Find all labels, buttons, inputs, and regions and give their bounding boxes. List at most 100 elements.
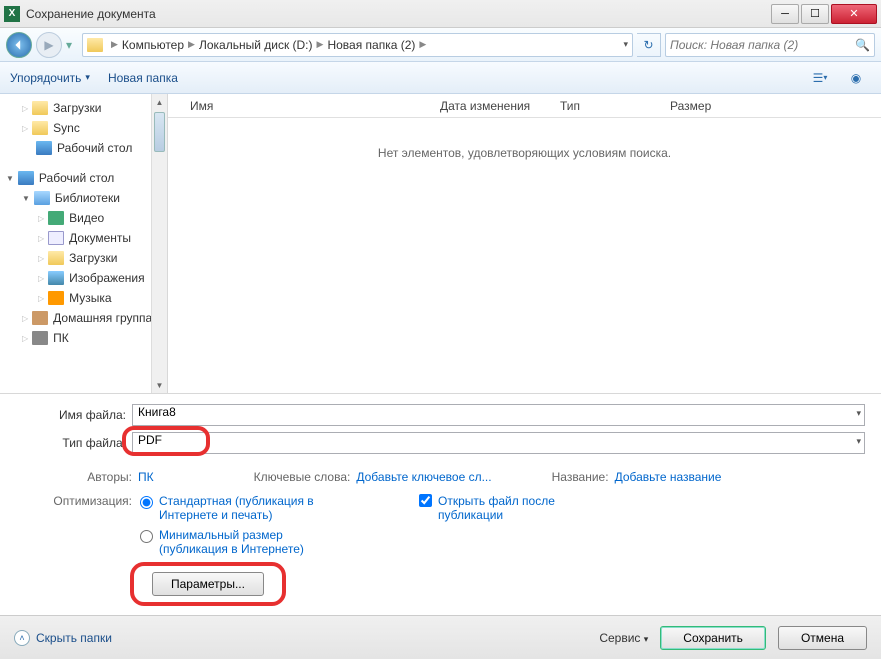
- sidebar-item[interactable]: ▷Загрузки: [0, 248, 167, 268]
- title-value[interactable]: Добавьте название: [615, 470, 722, 484]
- tree-collapse-icon[interactable]: ▷: [38, 234, 44, 243]
- radio-minimal[interactable]: Минимальный размер (публикация в Интерне…: [140, 528, 339, 556]
- tree-collapse-icon[interactable]: ▷: [38, 294, 44, 303]
- sidebar-item[interactable]: ▼ Рабочий стол: [0, 168, 167, 188]
- sidebar-item[interactable]: ▷ Изображения: [0, 268, 167, 288]
- sidebar-item-label: ПК: [53, 331, 69, 345]
- sidebar-scrollbar[interactable]: ▲ ▼: [151, 94, 167, 393]
- address-dropdown-icon[interactable]: ▾: [623, 39, 628, 50]
- radio-standard-input[interactable]: [140, 496, 153, 509]
- sidebar-item-label: Рабочий стол: [39, 171, 114, 185]
- minimize-button[interactable]: ─: [771, 4, 799, 24]
- sidebar: ▷Загрузки▷SyncРабочий стол▼Рабочий стол▼…: [0, 94, 168, 393]
- breadcrumb-item[interactable]: Новая папка (2): [327, 38, 415, 52]
- sidebar-item[interactable]: ▷ Sync: [0, 118, 167, 138]
- maximize-button[interactable]: ☐: [801, 4, 829, 24]
- tree-collapse-icon[interactable]: ▷: [22, 334, 28, 343]
- search-input[interactable]: [670, 38, 855, 52]
- checkbox-open-after-input[interactable]: [419, 494, 432, 507]
- tree-collapse-icon[interactable]: ▷: [38, 254, 44, 263]
- sidebar-item-label: Видео: [69, 211, 104, 225]
- folder-icon: [32, 101, 48, 115]
- hide-folders-toggle[interactable]: ˄ Скрыть папки: [14, 630, 112, 646]
- home-icon: [32, 311, 48, 325]
- chevron-down-icon[interactable]: ▾: [856, 436, 861, 447]
- column-type[interactable]: Тип: [552, 99, 662, 113]
- filetype-label: Тип файла:: [16, 436, 132, 450]
- title-label: Название:: [552, 470, 609, 484]
- img-icon: [48, 271, 64, 285]
- column-size[interactable]: Размер: [662, 99, 742, 113]
- sidebar-item[interactable]: ▷Музыка: [0, 288, 167, 308]
- checkbox-open-after[interactable]: Открыть файл после публикации: [419, 494, 598, 522]
- folder-icon: [48, 251, 64, 265]
- dialog-footer: ˄ Скрыть папки Сервис ▾ Сохранить Отмена: [0, 615, 881, 659]
- close-button[interactable]: ✕: [831, 4, 877, 24]
- cancel-button[interactable]: Отмена: [778, 626, 867, 650]
- chevron-right-icon: ▶: [188, 39, 195, 50]
- new-folder-button[interactable]: Новая папка: [108, 71, 178, 85]
- folder-icon: [87, 38, 103, 52]
- sidebar-item[interactable]: ▷Домашняя группа: [0, 308, 167, 328]
- pc-icon: [32, 331, 48, 345]
- save-button[interactable]: Сохранить: [660, 626, 766, 650]
- radio-minimal-label: Минимальный размер (публикация в Интерне…: [159, 528, 339, 556]
- tree-collapse-icon[interactable]: ▷: [38, 274, 44, 283]
- radio-minimal-input[interactable]: [140, 530, 153, 543]
- file-list: Имя Дата изменения Тип Размер Нет элемен…: [168, 94, 881, 393]
- authors-value[interactable]: ПК: [138, 470, 154, 484]
- sidebar-item[interactable]: ▼ Библиотеки: [0, 188, 167, 208]
- nav-forward-button[interactable]: ▶: [36, 32, 62, 58]
- column-name[interactable]: Имя: [182, 99, 432, 113]
- nav-history-dropdown[interactable]: ▾: [66, 38, 78, 52]
- tree-collapse-icon[interactable]: ▷: [38, 214, 44, 223]
- breadcrumb-item[interactable]: Компьютер: [122, 38, 184, 52]
- sidebar-item[interactable]: ▷ ПК: [0, 328, 167, 348]
- sidebar-item[interactable]: ▷ Видео: [0, 208, 167, 228]
- scroll-down-icon[interactable]: ▼: [152, 377, 167, 393]
- chevron-right-icon: ▶: [317, 39, 324, 50]
- main-area: ▷Загрузки▷SyncРабочий стол▼Рабочий стол▼…: [0, 94, 881, 394]
- search-icon[interactable]: 🔍: [855, 38, 870, 52]
- help-button[interactable]: ◉: [841, 67, 871, 89]
- filetype-combobox[interactable]: PDF ▾: [132, 432, 865, 454]
- radio-standard-label: Стандартная (публикация в Интернете и пе…: [159, 494, 339, 522]
- tree-expand-icon[interactable]: ▼: [22, 194, 30, 203]
- view-mode-button[interactable]: ☰ ▾: [805, 67, 835, 89]
- chevron-down-icon[interactable]: ▾: [856, 408, 861, 419]
- tree-expand-icon[interactable]: ▼: [6, 174, 14, 183]
- tree-collapse-icon[interactable]: ▷: [22, 124, 28, 133]
- optimization-section: Оптимизация: Стандартная (публикация в И…: [0, 488, 881, 556]
- options-button[interactable]: Параметры...: [152, 572, 264, 596]
- chevron-right-icon: ▶: [419, 39, 426, 50]
- sidebar-item-label: Изображения: [69, 271, 144, 285]
- new-folder-label: Новая папка: [108, 71, 178, 85]
- address-bar[interactable]: ▶ Компьютер ▶ Локальный диск (D:) ▶ Нова…: [82, 33, 633, 57]
- sidebar-item-label: Рабочий стол: [57, 141, 132, 155]
- breadcrumb-item[interactable]: Локальный диск (D:): [199, 38, 313, 52]
- sidebar-item[interactable]: ▷Документы: [0, 228, 167, 248]
- radio-standard[interactable]: Стандартная (публикация в Интернете и пе…: [140, 494, 339, 522]
- column-date[interactable]: Дата изменения: [432, 99, 552, 113]
- nav-back-button[interactable]: [6, 32, 32, 58]
- sidebar-item[interactable]: ▷Загрузки: [0, 98, 167, 118]
- tools-menu[interactable]: Сервис ▾: [599, 631, 648, 645]
- filetype-value: PDF: [138, 433, 162, 447]
- sidebar-item-label: Sync: [53, 121, 80, 135]
- scroll-thumb[interactable]: [154, 112, 165, 152]
- scroll-up-icon[interactable]: ▲: [152, 94, 167, 110]
- music-icon: [48, 291, 64, 305]
- tree-collapse-icon[interactable]: ▷: [22, 314, 28, 323]
- search-box[interactable]: 🔍: [665, 33, 875, 57]
- keywords-value[interactable]: Добавьте ключевое сл...: [356, 470, 491, 484]
- organize-menu[interactable]: Упорядочить ▾: [10, 71, 90, 85]
- titlebar: X Сохранение документа ─ ☐ ✕: [0, 0, 881, 28]
- optimization-label: Оптимизация:: [16, 494, 132, 556]
- toolbar: Упорядочить ▾ Новая папка ☰ ▾ ◉: [0, 62, 881, 94]
- sidebar-item[interactable]: Рабочий стол: [0, 138, 167, 158]
- sidebar-item-label: Библиотеки: [55, 191, 120, 205]
- refresh-button[interactable]: ↻: [637, 33, 661, 57]
- filename-combobox[interactable]: Книга8 ▾: [132, 404, 865, 426]
- tree-collapse-icon[interactable]: ▷: [22, 104, 28, 113]
- column-headers: Имя Дата изменения Тип Размер: [168, 94, 881, 118]
